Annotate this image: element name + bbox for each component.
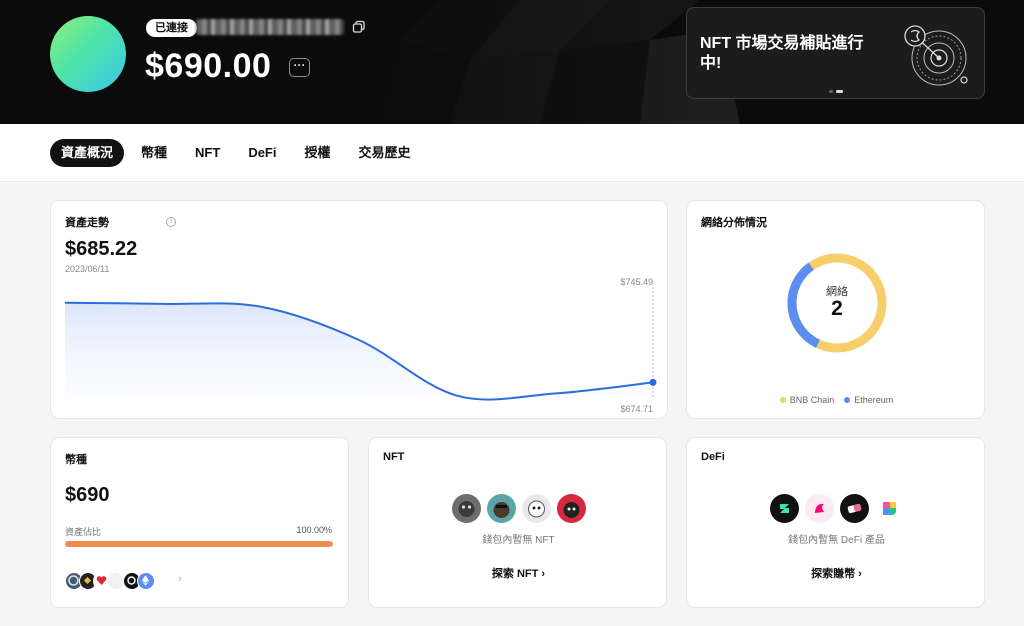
legend-label: Ethereum bbox=[854, 395, 894, 405]
nft-card: NFT 錢包內暫無 NFT 探索 NFT › bbox=[368, 437, 667, 608]
nft-ape-red-icon bbox=[556, 494, 586, 523]
nft-ape-gray-icon bbox=[451, 494, 481, 523]
eraser-protocol-icon bbox=[839, 494, 869, 523]
nft-avatar-row bbox=[369, 494, 668, 523]
legend-dot bbox=[844, 397, 851, 403]
tokens-title: 幣種 bbox=[65, 454, 87, 466]
asset-trend-card: $745.49 $674.71 資產走勢 i $685.22 2023/06/1… bbox=[50, 200, 668, 419]
network-legend: BNB Chain Ethereum bbox=[687, 395, 986, 405]
network-count: 2 bbox=[831, 297, 843, 320]
carousel-dot-active[interactable] bbox=[836, 90, 843, 93]
carousel-dot[interactable] bbox=[829, 90, 833, 93]
legend-item-bnb: BNB Chain bbox=[779, 395, 835, 405]
tab-tokens[interactable]: 幣種 bbox=[130, 139, 178, 167]
tab-transaction-history[interactable]: 交易歷史 bbox=[348, 139, 422, 167]
legend-item-ethereum: Ethereum bbox=[844, 395, 893, 405]
more-options-button[interactable]: ··· bbox=[289, 58, 310, 77]
nft-empty-text: 錢包內暫無 NFT bbox=[482, 535, 555, 546]
defi-card: DeFi 錢包內暫無 DeFi 產品 探索賺幣 › bbox=[686, 437, 985, 608]
nft-ape-white-icon bbox=[521, 494, 551, 523]
asset-trend-chart[interactable]: $745.49 $674.71 bbox=[51, 201, 669, 420]
chevron-right-icon[interactable]: › bbox=[178, 573, 182, 585]
total-balance: $690.00 bbox=[145, 47, 272, 85]
tab-overview[interactable]: 資產概況 bbox=[50, 139, 125, 167]
tab-bar: 資產概況 幣種 NFT DeFi 授權 交易歷史 bbox=[0, 124, 1024, 182]
wallet-address-redacted bbox=[196, 19, 344, 35]
chart-area bbox=[65, 302, 653, 400]
network-distribution-title: 網絡分佈情況 bbox=[701, 217, 767, 229]
tokens-value: $690 bbox=[65, 484, 110, 506]
legend-label: BNB Chain bbox=[789, 395, 835, 405]
asset-ratio-fill bbox=[65, 541, 333, 547]
defi-title: DeFi bbox=[701, 451, 725, 463]
header-banner: 已連接 $690.00 ··· NFT 市場交易補貼進行中! bbox=[0, 0, 1024, 124]
nft-title: NFT bbox=[383, 451, 405, 463]
chart-current-point bbox=[649, 378, 657, 386]
nft-ape-teal-icon bbox=[486, 494, 516, 523]
connection-status-badge: 已連接 bbox=[146, 19, 197, 37]
chart-max-label: $745.49 bbox=[620, 277, 653, 287]
asset-trend-value: $685.22 bbox=[65, 238, 138, 260]
ethereum-token-icon bbox=[137, 572, 155, 590]
tab-defi[interactable]: DeFi bbox=[237, 139, 287, 167]
promo-banner[interactable]: NFT 市場交易補貼進行中! bbox=[686, 7, 985, 99]
nft-radar-icon bbox=[904, 25, 968, 86]
rainbow-protocol-icon bbox=[874, 494, 904, 523]
explore-earn-link[interactable]: 探索賺幣 › bbox=[687, 565, 986, 581]
info-icon[interactable]: i bbox=[166, 217, 176, 227]
asset-ratio-label: 資產佔比 bbox=[65, 527, 102, 537]
network-distribution-card: 網絡分佈情況 網絡 2 BNB Chain Ethereum bbox=[686, 200, 985, 419]
synthetix-icon bbox=[769, 494, 799, 523]
legend-dot bbox=[779, 397, 786, 403]
asset-ratio-bar bbox=[65, 541, 333, 547]
defi-protocol-row bbox=[687, 494, 986, 523]
explore-nft-link[interactable]: 探索 NFT › bbox=[369, 565, 668, 581]
asset-trend-date: 2023/06/11 bbox=[65, 264, 110, 274]
asset-trend-title: 資產走勢 bbox=[65, 217, 109, 229]
uniswap-icon bbox=[804, 494, 834, 523]
copy-icon[interactable] bbox=[352, 20, 366, 34]
tab-approvals[interactable]: 授權 bbox=[293, 139, 341, 167]
promo-carousel-dots[interactable] bbox=[829, 90, 843, 93]
promo-text: NFT 市場交易補貼進行中! bbox=[700, 35, 864, 72]
tabs: 資產概況 幣種 NFT DeFi 授權 交易歷史 bbox=[50, 139, 428, 167]
tokens-card[interactable]: 幣種 $690 資產佔比 100.00% › bbox=[50, 437, 349, 608]
defi-empty-text: 錢包內暫無 DeFi 產品 bbox=[788, 535, 885, 546]
asset-ratio-value: 100.00% bbox=[296, 525, 332, 535]
wallet-avatar bbox=[50, 16, 126, 92]
chart-min-label: $674.71 bbox=[620, 404, 653, 414]
tab-nft[interactable]: NFT bbox=[184, 139, 231, 167]
